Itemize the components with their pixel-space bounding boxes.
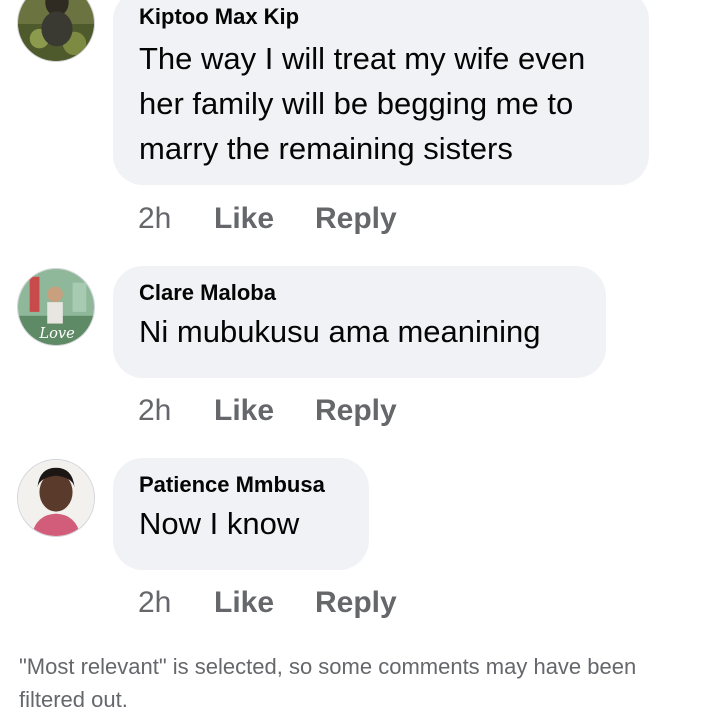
reply-button[interactable]: Reply xyxy=(315,586,397,620)
avatar-photo: Love xyxy=(18,269,94,345)
comment-author[interactable]: Kiptoo Max Kip xyxy=(139,4,623,30)
avatar-photo xyxy=(18,460,94,536)
comment-actions: 2h Like Reply xyxy=(138,202,397,236)
comment-bubble: Patience Mmbusa Now I know xyxy=(113,458,369,570)
comment-text: Now I know xyxy=(139,506,300,541)
like-button[interactable]: Like xyxy=(214,202,315,236)
comment-actions: 2h Like Reply xyxy=(138,586,397,620)
comment-timestamp[interactable]: 2h xyxy=(138,394,214,428)
comment-text: The way I will treat my wife even her fa… xyxy=(139,41,586,166)
reply-button[interactable]: Reply xyxy=(315,202,397,236)
avatar[interactable] xyxy=(17,0,95,62)
comment-timestamp[interactable]: 2h xyxy=(138,202,214,236)
comment-timestamp[interactable]: 2h xyxy=(138,586,214,620)
like-button[interactable]: Like xyxy=(214,586,315,620)
avatar[interactable] xyxy=(17,459,95,537)
avatar-photo xyxy=(18,0,94,61)
avatar-caption: Love xyxy=(38,325,74,342)
reply-button[interactable]: Reply xyxy=(315,394,397,428)
comment-bubble: Clare Maloba Ni mubukusu ama meanining xyxy=(113,266,606,378)
comment-author[interactable]: Clare Maloba xyxy=(139,280,580,306)
like-button[interactable]: Like xyxy=(214,394,315,428)
filter-notice: "Most relevant" is selected, so some com… xyxy=(19,654,637,712)
comment-actions: 2h Like Reply xyxy=(138,394,397,428)
comment-text: Ni mubukusu ama meanining xyxy=(139,314,541,349)
avatar[interactable]: Love xyxy=(17,268,95,346)
comment-author[interactable]: Patience Mmbusa xyxy=(139,472,343,498)
comment-bubble: Kiptoo Max Kip The way I will treat my w… xyxy=(113,0,649,185)
